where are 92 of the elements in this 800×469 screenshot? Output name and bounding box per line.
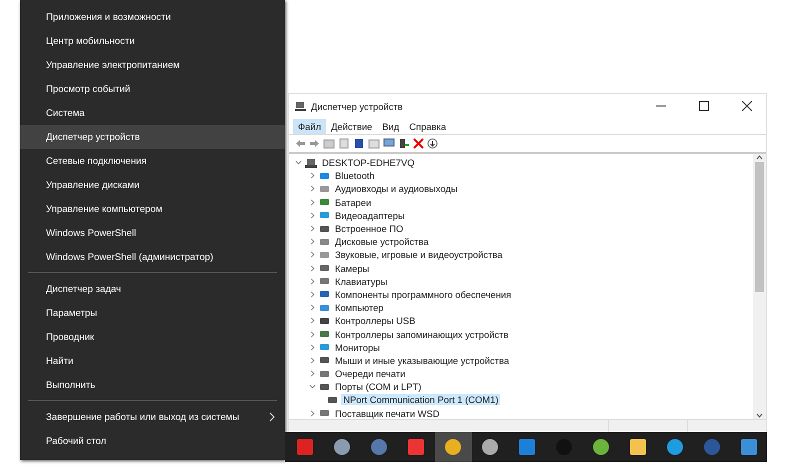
device-icon (319, 342, 330, 352)
scrollbar-thumb[interactable] (755, 162, 764, 292)
tree-item[interactable]: Аудиовходы и аудиовыходы (333, 183, 460, 194)
remove-x-icon[interactable] (413, 138, 424, 149)
menu-item[interactable]: Сетевые подключения (20, 149, 285, 173)
tree-item[interactable]: Поставщик печати WSD (333, 408, 442, 419)
maximize-icon[interactable] (699, 101, 709, 111)
forward-arrow-icon[interactable] (309, 139, 320, 148)
collapse-chevron-icon[interactable] (309, 383, 316, 390)
device-icon (319, 368, 330, 379)
submenu-chevron-icon (269, 412, 275, 422)
menu-item[interactable]: Приложения и возможности (20, 5, 285, 29)
tree-item[interactable]: Контроллеры запоминающих устройств (333, 328, 510, 340)
app-icon (666, 438, 684, 456)
tree-item[interactable]: Камеры (333, 262, 372, 274)
menu-bar-item[interactable]: Файл (293, 118, 326, 134)
menu-bar-item[interactable]: Вид (377, 118, 404, 134)
tree-item[interactable]: Дисковые устройства (333, 236, 431, 248)
menu-item[interactable]: Выполнить (20, 373, 285, 397)
tree-item[interactable]: Мониторы (333, 342, 382, 353)
expand-chevron-icon[interactable] (309, 410, 316, 417)
tree-item[interactable]: Звуковые, игровые и видеоустройства (333, 249, 504, 260)
device-icon (319, 382, 330, 392)
tree-item[interactable]: Компьютер (333, 302, 386, 314)
menu-item[interactable]: Параметры (20, 301, 285, 325)
app-icon (370, 438, 388, 456)
app-icon (407, 438, 426, 456)
computer-icon (295, 101, 306, 111)
menu-item[interactable]: Управление компьютером (20, 197, 285, 221)
app-icon (702, 438, 721, 456)
tree-item[interactable]: Очереди печати (333, 368, 408, 380)
tree-item[interactable]: Мыши и иные указывающие устройства (333, 354, 512, 366)
menu-item[interactable]: Управление электропитанием (20, 53, 285, 77)
tree-item[interactable]: NPort Communication Port 1 (COM1) (341, 394, 500, 406)
menu-bar-item[interactable]: Справка (404, 118, 452, 134)
collapse-chevron-icon[interactable] (295, 159, 302, 166)
tree-item[interactable]: Компоненты программного обеспечения (333, 288, 514, 300)
menu-item[interactable]: Просмотр событий (20, 77, 285, 101)
menu-item[interactable]: Завершение работы или выход из системы (20, 405, 285, 429)
device-icon (319, 224, 330, 234)
app-icon (518, 438, 536, 456)
device-icon (319, 263, 330, 274)
menu-item[interactable]: Windows PowerShell (администратор) (20, 245, 285, 269)
back-arrow-icon[interactable] (295, 139, 306, 148)
app-icon (481, 438, 500, 456)
scroll-down-icon[interactable] (756, 411, 763, 419)
tree-item[interactable]: DESKTOP-EDHE7VQ (320, 157, 417, 168)
download-circle-icon[interactable] (427, 138, 438, 149)
scroll-up-icon[interactable] (756, 154, 763, 162)
menu-item[interactable]: Центр мобильности (20, 29, 285, 53)
close-icon[interactable] (742, 101, 752, 111)
app-icon (740, 438, 758, 456)
tree-item[interactable]: Видеоадаптеры (333, 210, 407, 221)
menu-bar-item[interactable]: Действие (326, 118, 378, 134)
device-icon (319, 316, 330, 326)
tree-item[interactable]: Bluetooth (333, 170, 377, 182)
scrollbar[interactable] (753, 154, 766, 419)
device-icon (319, 276, 330, 286)
menu-item[interactable]: Система (20, 101, 285, 125)
menu-item[interactable]: Рабочий стол (20, 429, 285, 453)
app-icon (296, 438, 314, 456)
monitor-icon[interactable] (383, 138, 395, 149)
taskbar-app-button[interactable] (434, 432, 472, 462)
tree-item[interactable]: Встроенное ПО (333, 223, 406, 234)
device-icon (327, 394, 338, 405)
tree-item[interactable]: Батареи (333, 196, 374, 208)
menu-item[interactable]: Управление дисками (20, 173, 285, 197)
device-icon (319, 250, 330, 260)
device-icon (319, 302, 330, 313)
app-icon (444, 438, 462, 456)
device-icon (319, 197, 330, 208)
device-icon (319, 355, 330, 366)
menu-item[interactable]: Проводник (20, 325, 285, 349)
device-icon (319, 289, 330, 300)
device-icon (319, 329, 330, 340)
menu-item[interactable]: Windows PowerShell (20, 221, 285, 245)
app-icon (333, 438, 352, 456)
device-icon (319, 184, 330, 194)
menu-item[interactable]: Диспетчер устройств (20, 125, 285, 149)
app-icon (628, 438, 647, 456)
app-icon (592, 438, 610, 456)
device-icon (319, 210, 330, 220)
window-title: Диспетчер устройств (311, 100, 404, 112)
tree-item[interactable]: Контроллеры USB (333, 315, 418, 326)
device-icon (319, 236, 330, 247)
tree-item[interactable]: Порты (COM и LPT) (333, 381, 424, 392)
computer-icon (305, 158, 317, 168)
device-icon (319, 408, 330, 418)
menu-item[interactable]: Найти (20, 349, 285, 373)
device-icon (319, 170, 330, 181)
menu-item[interactable]: Диспетчер задач (20, 277, 285, 301)
tree-item[interactable]: Клавиатуры (333, 276, 390, 287)
